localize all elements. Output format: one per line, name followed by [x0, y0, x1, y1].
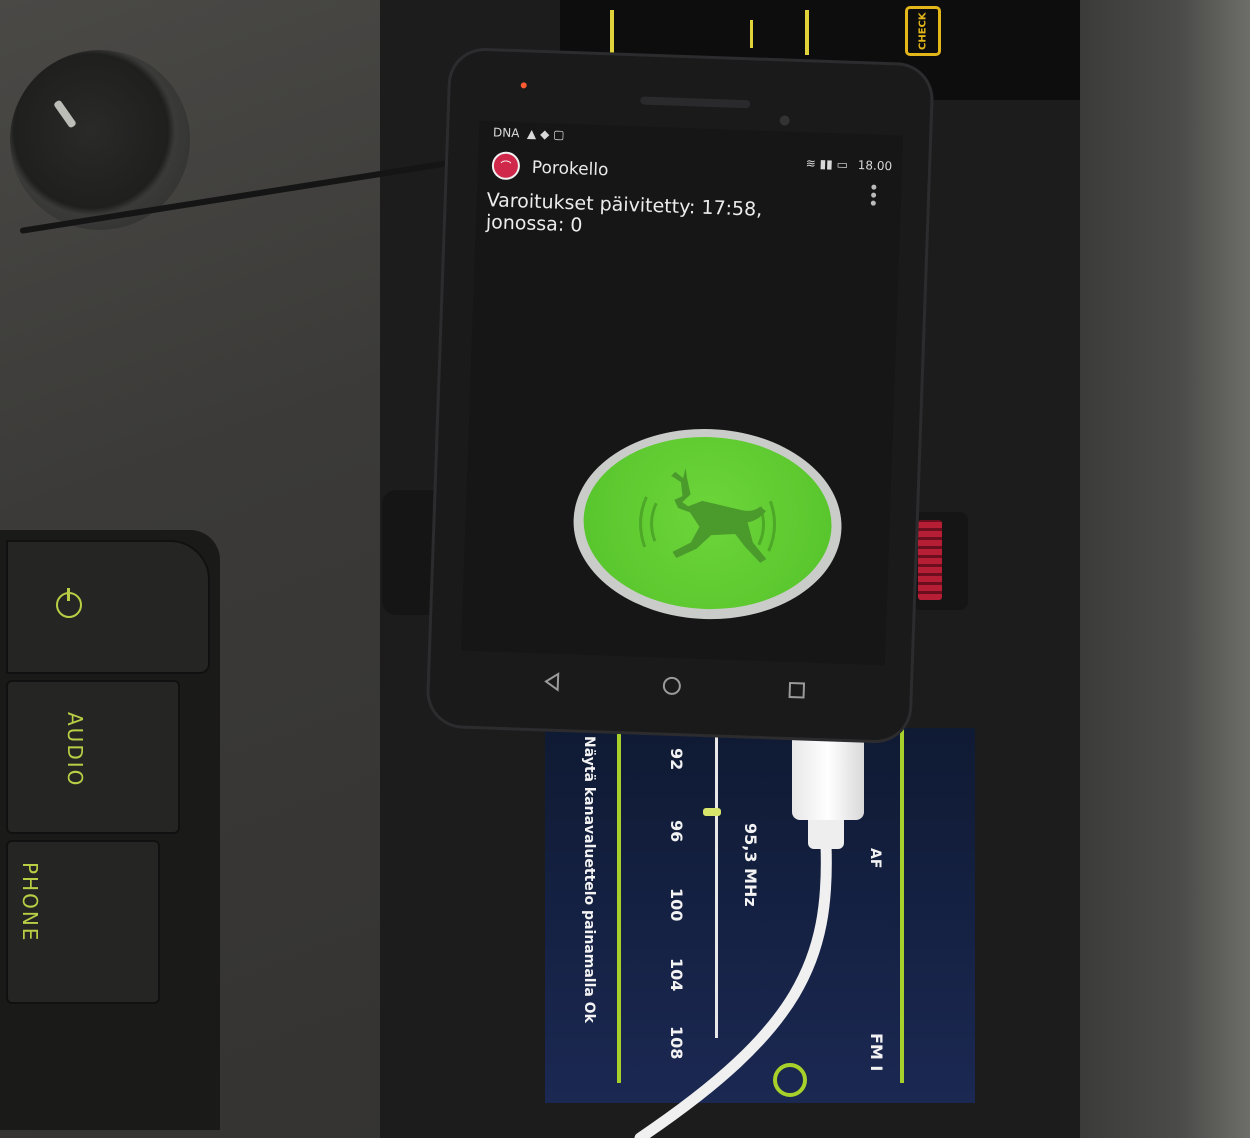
- back-icon[interactable]: [540, 669, 565, 694]
- reindeer-alert-button[interactable]: [570, 424, 845, 624]
- overflow-menu-icon[interactable]: [870, 184, 878, 209]
- update-status-message: Varoitukset päivitetty: 17:58, jonossa: …: [486, 189, 817, 244]
- notification-led: [520, 82, 527, 89]
- usb-cable-neck: [808, 815, 844, 849]
- holder-grip: [918, 520, 942, 600]
- smartphone: DNA ▲ ◆ ▢ ≋ ▮▮ ▭ 18.00 ⌒ Porokello Varoi…: [428, 49, 932, 742]
- app-title: Porokello: [531, 157, 609, 181]
- reindeer-icon: [639, 468, 776, 563]
- car-interior-scene: CHECK AUDIO PHONE Näytä kanavaluettelo p…: [0, 0, 1250, 1138]
- usb-plug: [792, 728, 864, 820]
- reindeer-alert-face: [580, 432, 835, 614]
- app-logo-icon: ⌒: [491, 151, 521, 181]
- front-camera: [779, 115, 790, 126]
- holder-clip-right: [912, 512, 968, 610]
- earpiece-speaker: [640, 96, 751, 109]
- home-icon[interactable]: [659, 673, 684, 698]
- recent-apps-icon[interactable]: [784, 678, 809, 703]
- android-navigation-bar: [459, 655, 885, 722]
- phone-screen: DNA ▲ ◆ ▢ ≋ ▮▮ ▭ 18.00 ⌒ Porokello Varoi…: [460, 120, 904, 666]
- status-icons-left: ▲ ◆ ▢: [526, 126, 565, 142]
- carrier-label: DNA: [492, 125, 520, 141]
